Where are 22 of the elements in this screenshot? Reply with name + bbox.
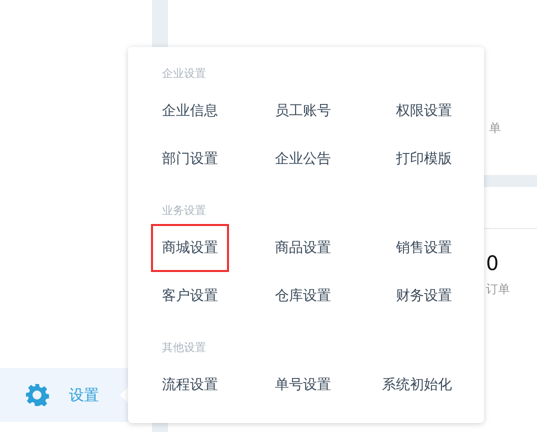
menu-item[interactable]: 企业信息 — [151, 87, 229, 135]
menu-item[interactable]: 打印模版 — [385, 135, 463, 183]
menu-item[interactable]: 企业公告 — [264, 135, 342, 183]
stat-value: 0 — [486, 251, 500, 275]
menu-item[interactable]: 系统初始化 — [371, 361, 463, 409]
stat-caption: 订单 — [486, 281, 511, 298]
menu-item[interactable]: 部门设置 — [151, 135, 229, 183]
section-title: 业务设置 — [161, 203, 207, 219]
stat-caption: 单 — [489, 120, 501, 137]
menu-item[interactable]: 商城设置 — [151, 224, 229, 272]
menu-item[interactable]: 流程设置 — [151, 361, 229, 409]
menu-item[interactable]: 财务设置 — [385, 272, 463, 320]
section-title: 企业设置 — [161, 66, 207, 82]
menu-item[interactable]: 商品设置 — [264, 224, 342, 272]
menu-item[interactable]: 权限设置 — [385, 87, 463, 135]
menu-item[interactable]: 员工账号 — [264, 87, 342, 135]
menu-item[interactable]: 销售设置 — [385, 224, 463, 272]
gear-icon — [25, 383, 49, 407]
menu-item[interactable]: 仓库设置 — [264, 272, 342, 320]
menu-item[interactable]: 客户设置 — [151, 272, 229, 320]
section-title: 其他设置 — [161, 340, 207, 356]
menu-item[interactable]: 单号设置 — [264, 361, 342, 409]
